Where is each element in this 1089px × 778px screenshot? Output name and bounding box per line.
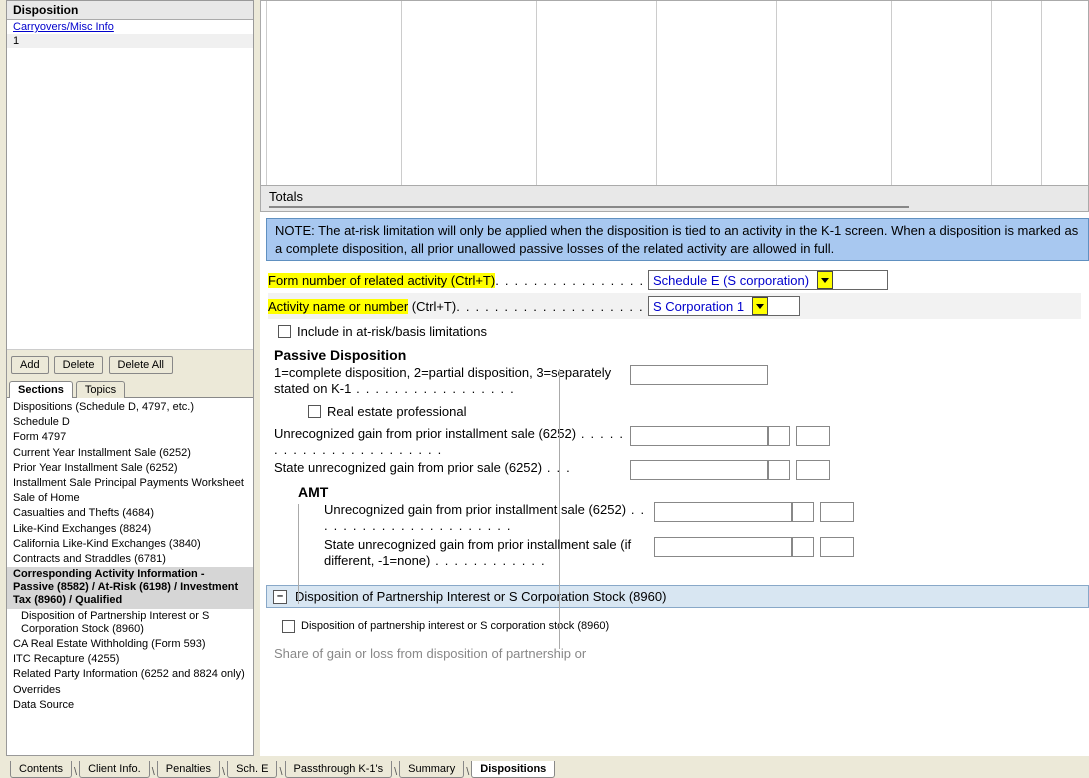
section-item[interactable]: California Like-Kind Exchanges (3840) — [7, 537, 253, 552]
form-area: Form number of related activity (Ctrl+T)… — [260, 261, 1089, 577]
checkbox-atrisk[interactable] — [278, 325, 291, 338]
section-item[interactable]: Prior Year Installment Sale (6252) — [7, 461, 253, 476]
section-item[interactable]: Overrides — [7, 683, 253, 698]
add-button[interactable]: Add — [11, 356, 49, 374]
section-8960-bar: – Disposition of Partnership Interest or… — [266, 585, 1089, 608]
section-item[interactable]: Current Year Installment Sale (6252) — [7, 446, 253, 461]
passive-head: Passive Disposition — [274, 347, 1081, 363]
disposition-header: Disposition — [7, 1, 253, 20]
input-amt2-b[interactable] — [792, 537, 814, 557]
input-unrec2-c[interactable] — [796, 460, 830, 480]
note-bar: NOTE: The at-risk limitation will only b… — [266, 218, 1089, 261]
side-tab-row: Sections Topics — [7, 378, 253, 398]
sections-list[interactable]: Dispositions (Schedule D, 4797, etc.)Sch… — [7, 398, 253, 755]
bottom-tab[interactable]: Client Info. — [79, 761, 150, 778]
grid-top — [260, 0, 1089, 186]
section-item[interactable]: CA Real Estate Withholding (Form 593) — [7, 637, 253, 652]
bottom-tab[interactable]: Passthrough K-1's — [285, 761, 393, 778]
section-item[interactable]: Installment Sale Principal Payments Work… — [7, 476, 253, 491]
section-item[interactable]: Sale of Home — [7, 491, 253, 506]
input-unrec2-b[interactable] — [768, 460, 790, 480]
button-row: Add Delete Delete All — [7, 350, 253, 378]
input-unrec1-c[interactable] — [796, 426, 830, 446]
label-8960: Disposition of partnership interest or S… — [301, 620, 609, 632]
bottom-tab[interactable]: Penalties — [157, 761, 220, 778]
bottom-tabs: Contents\Client Info.\Penalties\Sch. E\P… — [10, 758, 555, 778]
bottom-tab[interactable]: Contents — [10, 761, 72, 778]
main-area: Totals NOTE: The at-risk limitation will… — [260, 0, 1089, 756]
section-item[interactable]: Schedule D — [7, 415, 253, 430]
label-unrec2: State unrecognized gain from prior sale … — [274, 460, 630, 476]
delete-button[interactable]: Delete — [54, 356, 104, 374]
delete-all-button[interactable]: Delete All — [109, 356, 173, 374]
tab-topics[interactable]: Topics — [76, 381, 125, 398]
section-item[interactable]: Data Source — [7, 698, 253, 713]
collapse-icon[interactable]: – — [273, 590, 287, 604]
input-unrec1[interactable] — [630, 426, 768, 446]
amt-head: AMT — [298, 484, 1081, 500]
disp-row-link[interactable]: Carryovers/Misc Info — [7, 20, 253, 34]
section-item[interactable]: Contracts and Straddles (6781) — [7, 552, 253, 567]
label-form-number: Form number of related activity (Ctrl+T) — [268, 273, 495, 288]
section-item[interactable]: Casualties and Thefts (4684) — [7, 506, 253, 521]
totals-row: Totals — [260, 186, 1089, 212]
label-amt1: Unrecognized gain from prior installment… — [324, 502, 654, 535]
section-item[interactable]: Like-Kind Exchanges (8824) — [7, 522, 253, 537]
bottom-tab[interactable]: Dispositions — [471, 761, 555, 778]
bottom-tab[interactable]: Summary — [399, 761, 464, 778]
checkbox-8960[interactable] — [282, 620, 295, 633]
section-item[interactable]: Related Party Information (6252 and 8824… — [7, 667, 253, 682]
section-item[interactable]: ITC Recapture (4255) — [7, 652, 253, 667]
tab-sections[interactable]: Sections — [9, 381, 73, 398]
section-item[interactable]: Disposition of Partnership Interest or S… — [7, 609, 253, 637]
activity-name-combo[interactable]: S Corporation 1 — [648, 296, 800, 316]
label-activity-name: Activity name or number — [268, 299, 408, 314]
input-amt1-b[interactable] — [792, 502, 814, 522]
section-item[interactable]: Dispositions (Schedule D, 4797, etc.) — [7, 400, 253, 415]
input-amt2-c[interactable] — [820, 537, 854, 557]
input-unrec1-b[interactable] — [768, 426, 790, 446]
section-item[interactable]: Corresponding Activity Information - Pas… — [7, 567, 253, 609]
input-unrec2[interactable] — [630, 460, 768, 480]
input-amt1-c[interactable] — [820, 502, 854, 522]
label-atrisk: Include in at-risk/basis limitations — [297, 324, 487, 339]
section-item[interactable]: Form 4797 — [7, 430, 253, 445]
input-amt2[interactable] — [654, 537, 792, 557]
chevron-down-icon[interactable] — [817, 271, 833, 289]
label-amt2: State unrecognized gain from prior insta… — [324, 537, 654, 570]
cutoff-text: Share of gain or loss from disposition o… — [274, 646, 1089, 661]
disposition-list: Carryovers/Misc Info 1 — [7, 20, 253, 350]
label-real-estate: Real estate professional — [327, 404, 466, 419]
label-unrec1: Unrecognized gain from prior installment… — [274, 426, 630, 459]
checkbox-real-estate[interactable] — [308, 405, 321, 418]
label-passive-desc: 1=complete disposition, 2=partial dispos… — [274, 365, 630, 398]
bottom-tab[interactable]: Sch. E — [227, 761, 277, 778]
input-amt1[interactable] — [654, 502, 792, 522]
form-number-combo[interactable]: Schedule E (S corporation) — [648, 270, 888, 290]
input-disposition-type[interactable] — [630, 365, 768, 385]
left-panel: Disposition Carryovers/Misc Info 1 Add D… — [6, 0, 254, 756]
chevron-down-icon[interactable] — [752, 297, 768, 315]
disp-row-1[interactable]: 1 — [7, 34, 253, 48]
